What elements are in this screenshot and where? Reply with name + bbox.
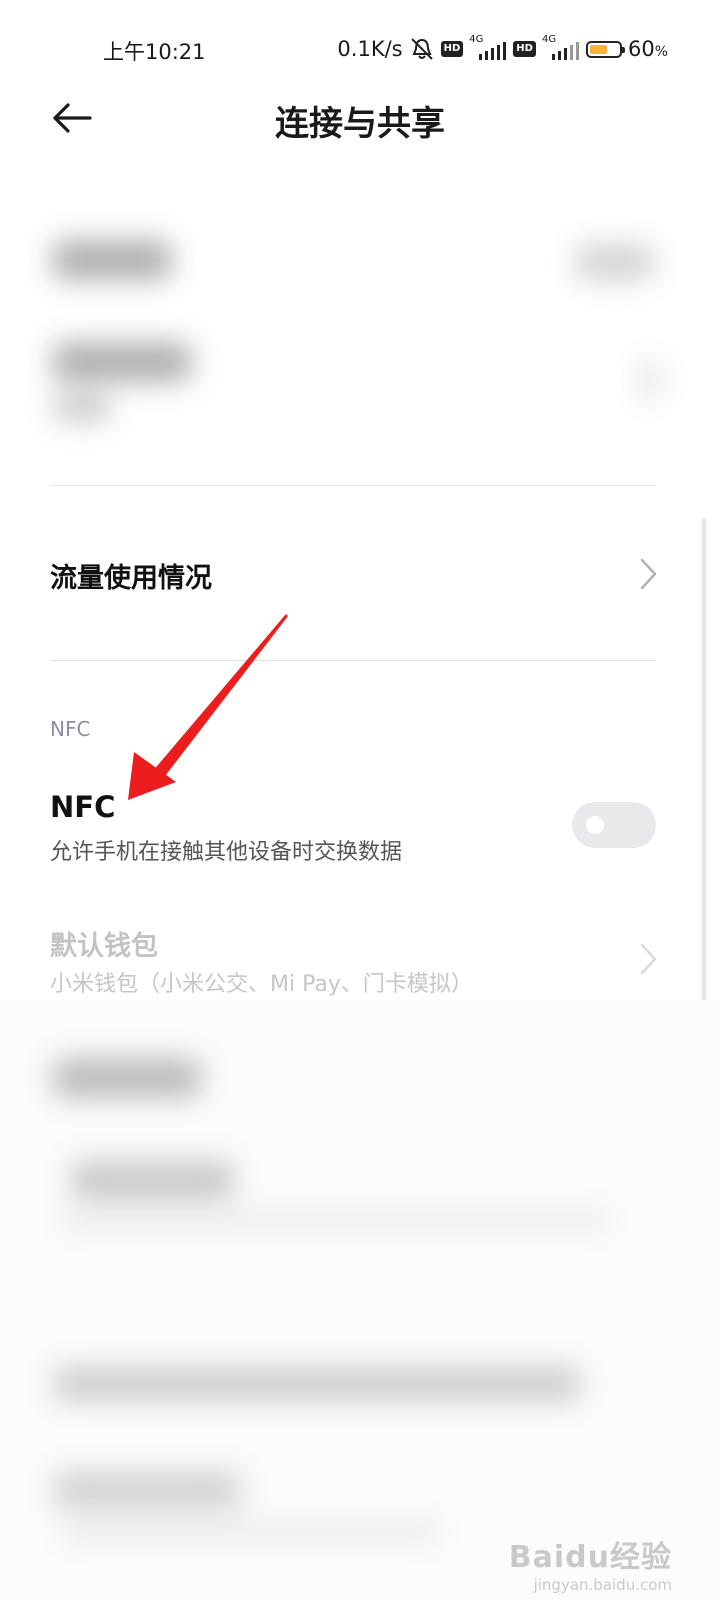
divider [50,660,656,661]
chevron-right-icon [640,558,657,590]
blurred-content [60,1210,610,1230]
blurred-content [52,1058,202,1098]
page-title: 连接与共享 [275,104,445,144]
hd-badge: HD [440,41,464,57]
blurred-content [70,1160,235,1200]
blurred-content [52,1365,582,1403]
battery-fill [589,44,607,54]
blurred-content [52,240,172,280]
default-wallet-label: 默认钱包 [50,931,158,962]
status-icons: 0.1K/s HD 4G HD 4G 60% [337,34,668,64]
network-speed: 0.1K/s [337,37,403,61]
blurred-content [640,360,660,400]
data-usage-label: 流量使用情况 [50,563,212,594]
watermark-logo: Baidu经验 [508,1540,672,1575]
blurred-content [575,244,655,280]
nfc-description: 允许手机在接触其他设备时交换数据 [50,840,403,865]
blurred-content [60,1520,440,1542]
nfc-label: NFC [50,790,116,824]
battery-percent: 60% [627,37,668,61]
section-label-nfc: NFC [50,717,91,741]
toggle-knob [586,816,604,834]
hd-badge-2: HD [513,41,536,57]
battery-icon [585,40,625,58]
watermark-url: jingyan.baidu.com [533,1576,672,1594]
scrollbar[interactable] [702,518,706,1004]
mute-bell-icon [410,38,433,60]
blurred-content [52,342,192,382]
status-time: 上午10:21 [103,40,206,64]
signal-icon: 4G [469,34,507,60]
app-header: 连接与共享 [0,80,720,160]
chevron-right-icon [640,943,657,975]
signal-icon-2: 4G [542,34,580,60]
default-wallet-description: 小米钱包（小米公交、Mi Pay、门卡模拟） [50,972,473,997]
blurred-content [52,392,112,422]
nfc-toggle[interactable] [572,802,656,848]
watermark: Baidu经验 jingyan.baidu.com [509,1532,672,1594]
blurred-content [52,1470,242,1510]
divider [50,485,656,486]
